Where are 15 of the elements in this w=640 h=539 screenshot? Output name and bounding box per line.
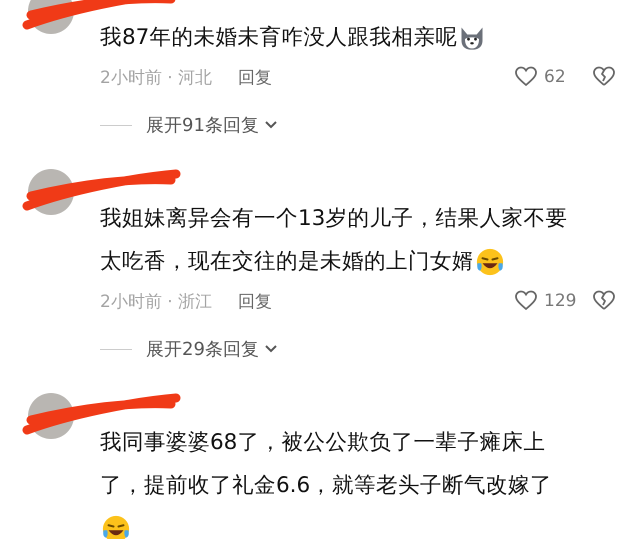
expand-replies-link[interactable]: 展开29条回复 [146,337,259,361]
comment-text-line: 我同事婆婆68了，被公公欺负了一辈子瘫床上 [100,429,546,457]
comment-text-line: 了，提前收了礼金6.6，就等老头子断气改嫁了 [100,472,552,500]
heart-icon[interactable] [514,65,538,89]
comment-text-line: 我87年的未婚未育咋没人跟我相亲呢 [100,24,458,52]
comment-text-line: 太吃香，现在交往的是未婚的上门女婿 [100,248,474,276]
expand-replies-link[interactable]: 展开91条回复 [146,113,259,137]
reply-link[interactable]: 回复 [238,66,272,88]
comment-time: 2小时前 · 浙江 [100,290,212,312]
heart-icon[interactable] [514,289,538,313]
like-count: 129 [544,291,578,311]
reply-link[interactable]: 回复 [238,290,272,312]
like-count: 62 [544,67,567,87]
comment-text-line: 我姐妹离异会有一个13岁的儿子，结果人家不要 [100,205,568,233]
comment-time: 2小时前 · 河北 [100,66,212,88]
